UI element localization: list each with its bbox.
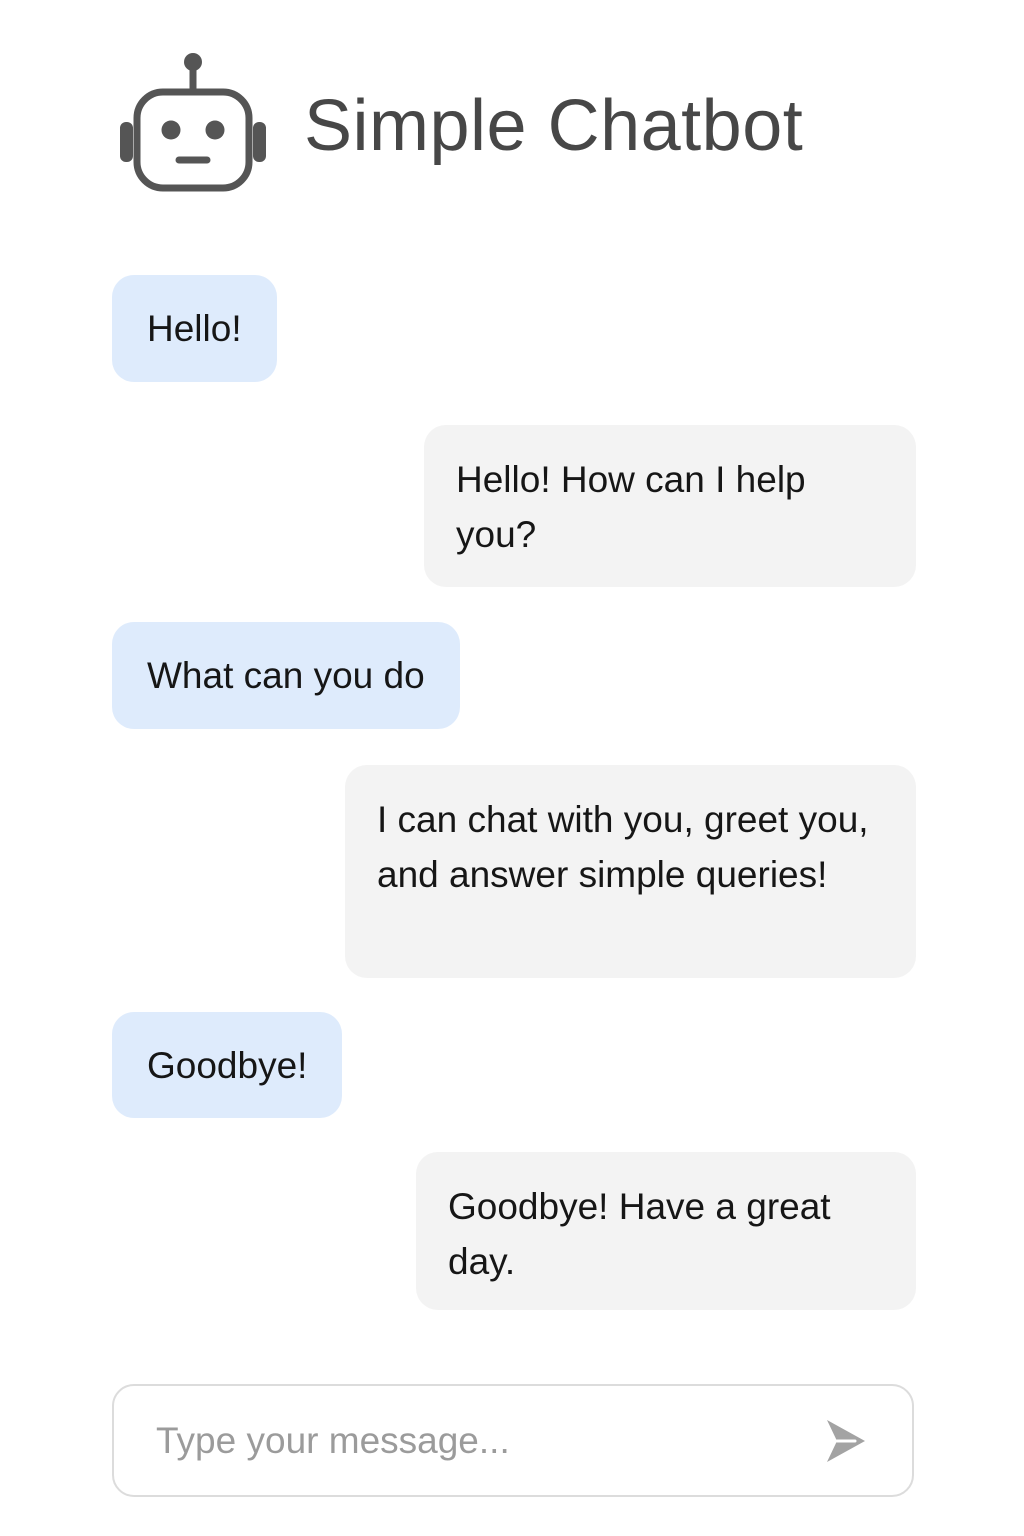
bot-message: Hello! How can I help you? — [424, 425, 916, 587]
bot-message: I can chat with you, greet you, and answ… — [345, 765, 916, 978]
bot-message: Goodbye! Have a great day. — [416, 1152, 916, 1310]
message-composer — [112, 1384, 914, 1497]
send-icon — [827, 1419, 865, 1462]
user-message: What can you do — [112, 622, 460, 729]
chat-page: Simple Chatbot Hello! Hello! How can I h… — [0, 0, 1024, 1536]
user-message: Hello! — [112, 275, 277, 382]
user-message: Goodbye! — [112, 1012, 343, 1118]
robot-icon — [120, 53, 266, 192]
message-input[interactable] — [114, 1386, 816, 1495]
chat-header: Simple Chatbot — [118, 52, 803, 197]
page-title: Simple Chatbot — [304, 85, 804, 166]
send-button[interactable] — [816, 1411, 876, 1471]
